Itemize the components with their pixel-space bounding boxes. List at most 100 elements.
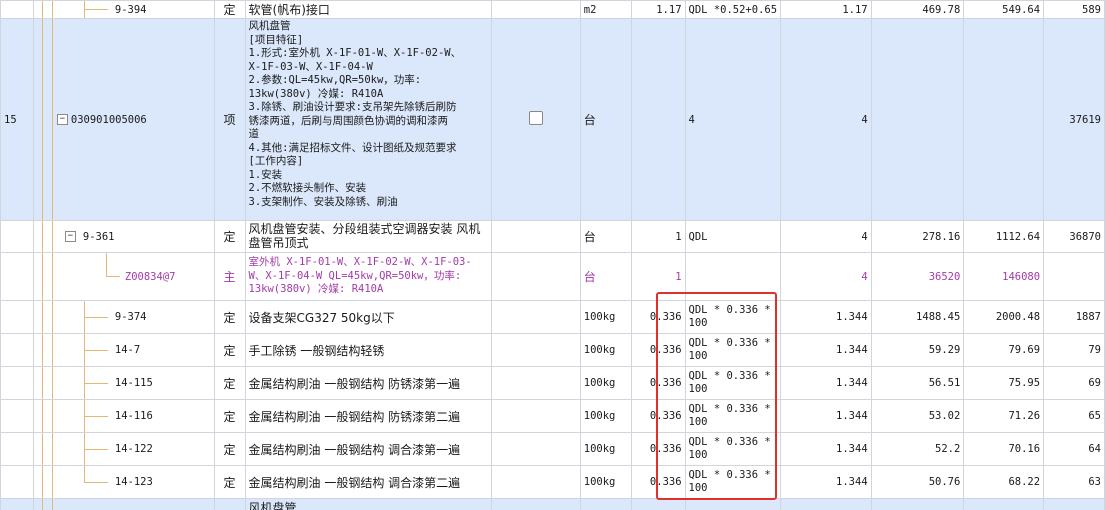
coef-cell[interactable]: 0.336 — [630, 399, 686, 433]
quantity-expression-cell[interactable]: QDL * 0.336 * 100 — [684, 300, 782, 334]
description-cell[interactable]: 金属结构刷油 一般钢结构 防锈漆第二遍 — [244, 399, 493, 433]
type-cell: 定 — [213, 220, 246, 253]
description-cell[interactable]: 室外机 X-1F-01-W、X-1F-02-W、X-1F-03- W、X-1F-… — [244, 252, 493, 301]
type-cell: 定 — [213, 432, 246, 466]
amount-cell: 71.26 — [963, 399, 1045, 433]
quantity-expression-cell[interactable]: QDL * 0.336 * 100 — [684, 366, 782, 400]
coef-cell[interactable]: 0.336 — [630, 300, 686, 334]
quantity-expression-cell[interactable]: QDL * 0.336 * 100 — [684, 333, 782, 367]
unit-price-cell — [870, 498, 965, 510]
seq-cell — [0, 252, 34, 301]
description-cell[interactable]: 风机盘管 [项目特征] 1.形式:室外机 X-1F-01-W、X-1F-02-W… — [244, 18, 493, 221]
type-cell: 定 — [213, 333, 246, 367]
quota-grid: 9-394 定 软管(帆布)接口 m2 1.17 QDL *0.52+0.65 … — [0, 0, 1105, 510]
description-cell[interactable]: 设备支架CG327 50kg以下 — [244, 300, 493, 334]
coef-cell[interactable]: 1 — [630, 252, 686, 301]
extra-cell: 63 — [1043, 465, 1105, 499]
description-cell[interactable]: 软管(帆布)接口 — [244, 0, 493, 19]
coef-cell[interactable]: 0.336 — [630, 333, 686, 367]
table-row[interactable]: 风机盘管 — [0, 498, 1105, 510]
coef-cell[interactable]: 0.336 — [630, 432, 686, 466]
unit-cell: m2 — [579, 0, 632, 19]
coef-cell[interactable]: 1.17 — [630, 0, 686, 19]
quantity-expression-cell[interactable]: QDL * 0.336 * 100 — [684, 465, 782, 499]
quantity-cell: 1.344 — [780, 465, 872, 499]
seq-cell — [0, 366, 34, 400]
unit-cell: 100kg — [579, 465, 632, 499]
unit-price-cell: 52.2 — [870, 432, 965, 466]
code-cell[interactable]: 9-394 — [32, 0, 215, 19]
code-cell[interactable]: 14-122 — [32, 432, 215, 466]
description-cell[interactable]: 金属结构刷油 一般钢结构 调合漆第二遍 — [244, 465, 493, 499]
quantity-expression-cell[interactable]: QDL * 0.336 * 100 — [684, 432, 782, 466]
quantity-expression-cell[interactable]: QDL * 0.336 * 100 — [684, 399, 782, 433]
checkbox-cell — [491, 432, 581, 466]
unit-price-cell: 56.51 — [870, 366, 965, 400]
type-cell: 定 — [213, 366, 246, 400]
table-row[interactable]: 14-115 定 金属结构刷油 一般钢结构 防锈漆第一遍 100kg 0.336… — [0, 366, 1105, 400]
code-cell[interactable]: 14-123 — [32, 465, 215, 499]
type-cell: 定 — [213, 399, 246, 433]
amount-cell: 146080 — [963, 252, 1045, 301]
table-row[interactable]: 9-394 定 软管(帆布)接口 m2 1.17 QDL *0.52+0.65 … — [0, 0, 1105, 19]
coef-cell[interactable] — [630, 18, 686, 221]
table-row[interactable]: 9-374 定 设备支架CG327 50kg以下 100kg 0.336 QDL… — [0, 300, 1105, 334]
unit-cell: 100kg — [579, 432, 632, 466]
seq-cell — [0, 300, 34, 334]
table-row[interactable]: 14-123 定 金属结构刷油 一般钢结构 调合漆第二遍 100kg 0.336… — [0, 465, 1105, 499]
quantity-cell: 1.344 — [780, 333, 872, 367]
code-cell[interactable]: − 030901005006 — [32, 18, 215, 221]
quantity-cell: 1.344 — [780, 366, 872, 400]
table-row[interactable]: 14-7 定 手工除锈 一般钢结构轻锈 100kg 0.336 QDL * 0.… — [0, 333, 1105, 367]
table-row[interactable]: − 9-361 定 风机盘管安装、分段组装式空调器安装 风机 盘管吊顶式 台 1… — [0, 220, 1105, 253]
description-cell[interactable]: 金属结构刷油 一般钢结构 调合漆第一遍 — [244, 432, 493, 466]
quantity-expression-cell[interactable]: QDL *0.52+0.65 — [684, 0, 782, 19]
coef-cell[interactable]: 0.336 — [630, 366, 686, 400]
unit-price-cell: 50.76 — [870, 465, 965, 499]
coef-cell[interactable]: 1 — [630, 220, 686, 253]
table-row[interactable]: 14-116 定 金属结构刷油 一般钢结构 防锈漆第二遍 100kg 0.336… — [0, 399, 1105, 433]
checkbox-cell[interactable] — [491, 18, 581, 221]
code-cell[interactable]: − 9-361 — [32, 220, 215, 253]
seq-cell — [0, 498, 34, 510]
coef-cell[interactable]: 0.336 — [630, 465, 686, 499]
checkbox-cell — [491, 498, 581, 510]
table-row-main-material[interactable]: Z00834@7 主 室外机 X-1F-01-W、X-1F-02-W、X-1F-… — [0, 252, 1105, 301]
description-cell[interactable]: 手工除锈 一般钢结构轻锈 — [244, 333, 493, 367]
quantity-cell: 1.344 — [780, 300, 872, 334]
unit-cell: 台 — [579, 18, 632, 221]
row-checkbox[interactable] — [529, 111, 544, 125]
code-cell[interactable]: 14-7 — [32, 333, 215, 367]
quantity-expression-cell[interactable]: 4 — [684, 18, 782, 221]
seq-cell — [0, 399, 34, 433]
unit-price-cell: 1488.45 — [870, 300, 965, 334]
code-cell[interactable]: 14-115 — [32, 366, 215, 400]
quantity-cell: 1.344 — [780, 399, 872, 433]
description-cell[interactable]: 风机盘管 — [244, 498, 493, 510]
amount-cell: 1112.64 — [963, 220, 1045, 253]
unit-cell: 台 — [579, 220, 632, 253]
quantity-cell: 1.344 — [780, 432, 872, 466]
seq-cell — [0, 432, 34, 466]
checkbox-cell — [491, 300, 581, 334]
description-cell[interactable]: 风机盘管安装、分段组装式空调器安装 风机 盘管吊顶式 — [244, 220, 493, 253]
seq-cell — [0, 333, 34, 367]
collapse-toggle-icon[interactable]: − — [56, 114, 68, 125]
checkbox-cell — [491, 465, 581, 499]
table-row-selected[interactable]: 15 − 030901005006 项 风机盘管 [项目特征] 1.形式:室外机… — [0, 18, 1105, 221]
code-cell[interactable] — [32, 498, 215, 510]
amount-cell: 68.22 — [963, 465, 1045, 499]
code-cell[interactable]: Z00834@7 — [32, 252, 215, 301]
collapse-toggle-icon[interactable]: − — [64, 231, 76, 242]
coef-cell[interactable] — [630, 498, 686, 510]
quantity-expression-cell[interactable] — [684, 252, 782, 301]
quantity-expression-cell[interactable]: QDL — [684, 220, 782, 253]
quantity-expression-cell[interactable] — [684, 498, 782, 510]
code-cell[interactable]: 14-116 — [32, 399, 215, 433]
description-cell[interactable]: 金属结构刷油 一般钢结构 防锈漆第一遍 — [244, 366, 493, 400]
quantity-cell: 4 — [780, 252, 872, 301]
amount-cell: 2000.48 — [963, 300, 1045, 334]
checkbox-cell — [491, 399, 581, 433]
code-cell[interactable]: 9-374 — [32, 300, 215, 334]
table-row[interactable]: 14-122 定 金属结构刷油 一般钢结构 调合漆第一遍 100kg 0.336… — [0, 432, 1105, 466]
